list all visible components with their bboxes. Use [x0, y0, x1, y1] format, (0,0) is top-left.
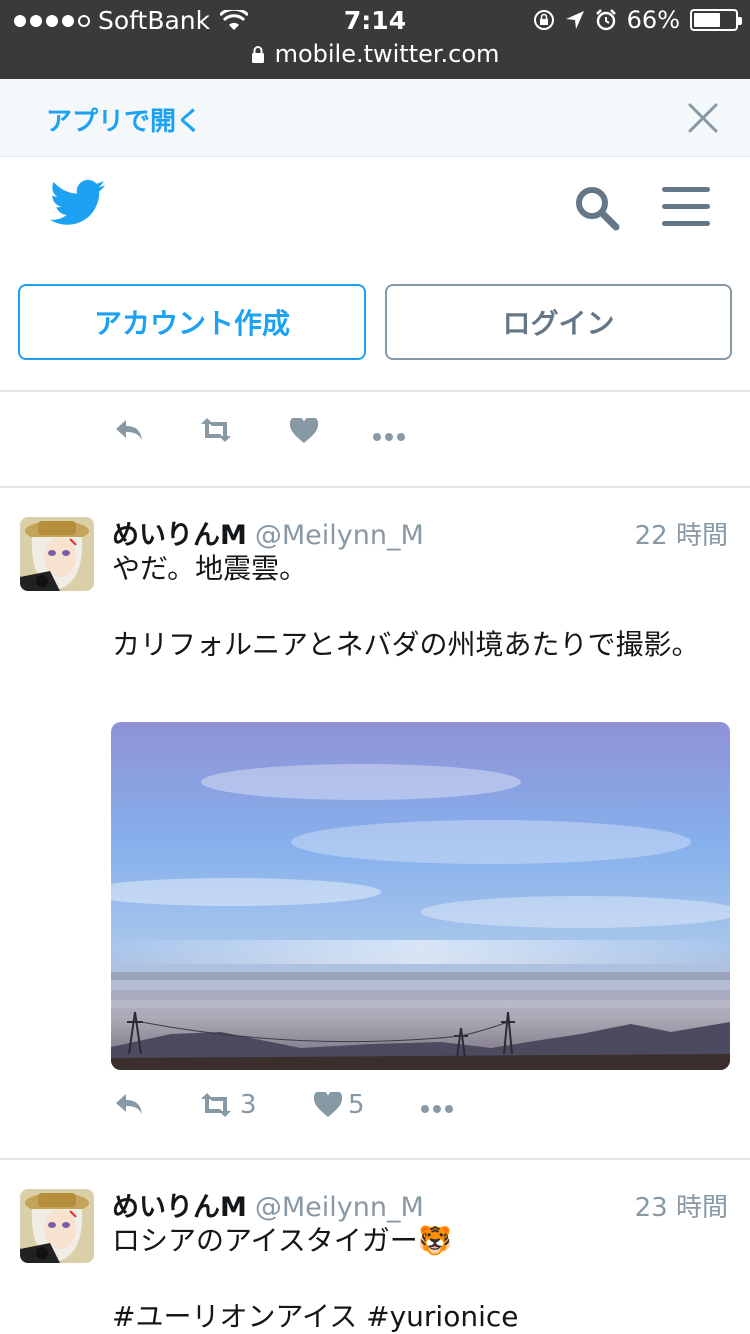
user-handle: @Meilynn_M — [254, 520, 424, 551]
login-button[interactable]: ログイン — [385, 284, 732, 360]
lock-icon — [251, 46, 264, 63]
tweet-text: ロシアのアイスタイガー🐯 #ユーリオンアイス #yurionice — [112, 1224, 519, 1333]
close-icon[interactable] — [686, 101, 720, 135]
twitter-bird-icon[interactable] — [50, 179, 106, 227]
search-icon[interactable] — [574, 185, 620, 231]
retweet-icon — [201, 418, 231, 442]
retweet-button[interactable]: 3 — [198, 1090, 257, 1120]
battery-percentage: 66% — [626, 6, 680, 34]
heart-icon — [314, 1092, 342, 1117]
status-bar: SoftBank 7:14 66% mobile.twitter.com — [0, 0, 750, 79]
reply-icon — [116, 1094, 142, 1114]
tweet-timestamp[interactable]: 23 時間 — [635, 1187, 728, 1224]
url-text: mobile.twitter.com — [274, 40, 500, 68]
user-handle: @Meilynn_M — [254, 1192, 424, 1223]
heart-icon — [290, 418, 318, 443]
avatar[interactable] — [20, 517, 94, 591]
tweet-author[interactable]: めいりんM @Meilynn_M — [112, 1185, 424, 1224]
retweet-count: 3 — [240, 1090, 257, 1120]
hamburger-menu-icon[interactable] — [662, 187, 710, 227]
retweet-icon — [201, 1093, 231, 1117]
divider — [0, 390, 750, 392]
tweet-actions: 3 5 — [112, 1090, 712, 1130]
battery-icon — [690, 9, 742, 31]
open-in-app-banner: アプリで開く — [0, 79, 750, 157]
like-button[interactable]: 5 — [314, 1090, 365, 1120]
header — [0, 157, 750, 257]
location-arrow-icon — [565, 11, 584, 29]
tweet-actions — [112, 418, 712, 458]
url-bar[interactable]: mobile.twitter.com — [0, 40, 750, 68]
retweet-button[interactable] — [198, 418, 234, 442]
reply-button[interactable] — [114, 1092, 144, 1116]
like-count: 5 — [348, 1090, 365, 1120]
reply-icon — [116, 420, 142, 440]
tweet-timestamp[interactable]: 22 時間 — [635, 515, 728, 552]
more-button[interactable] — [372, 432, 406, 442]
tweet-author[interactable]: めいりんM @Meilynn_M — [112, 513, 424, 552]
signup-button[interactable]: アカウント作成 — [18, 284, 366, 360]
tweet-text: やだ。地震雲。 カリフォルニアとネバダの州境あたりで撮影。 — [112, 552, 700, 661]
status-right: 66% — [533, 6, 742, 34]
tweet-photo[interactable] — [111, 722, 730, 1070]
more-button[interactable] — [420, 1104, 454, 1114]
display-name: めいりんM — [112, 1192, 247, 1223]
more-dots-icon — [373, 433, 405, 441]
more-dots-icon — [421, 1105, 453, 1113]
open-in-app-link[interactable]: アプリで開く — [46, 101, 202, 138]
reply-button[interactable] — [114, 418, 144, 442]
sky-photo-image — [111, 722, 730, 1070]
divider — [0, 486, 750, 488]
like-button[interactable] — [290, 418, 318, 444]
display-name: めいりんM — [112, 520, 247, 551]
orientation-lock-icon — [533, 10, 554, 30]
alarm-icon — [595, 9, 616, 31]
avatar[interactable] — [20, 1189, 94, 1263]
divider — [0, 1158, 750, 1160]
